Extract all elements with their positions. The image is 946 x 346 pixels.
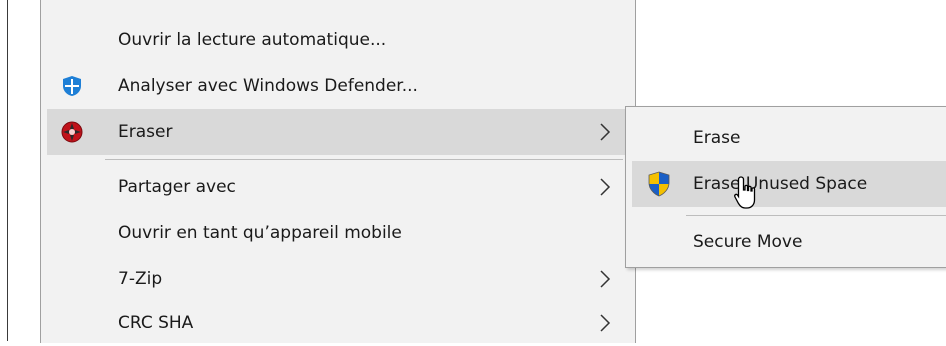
menu-item-7zip[interactable]: 7-Zip bbox=[47, 256, 629, 302]
menu-item-eraser[interactable]: Eraser bbox=[47, 109, 629, 155]
submenu-item-label: Secure Move bbox=[693, 232, 803, 252]
eraser-submenu: Erase Erase Unused Space Secure Move bbox=[625, 106, 946, 268]
menu-item-crc-sha[interactable]: CRC SHA bbox=[47, 300, 629, 346]
menu-item-share-with[interactable]: Partager avec bbox=[47, 164, 629, 210]
chevron-right-icon bbox=[600, 270, 611, 288]
submenu-item-erase-unused-space[interactable]: Erase Unused Space bbox=[632, 161, 946, 207]
submenu-item-label: Erase bbox=[693, 128, 741, 148]
submenu-item-erase[interactable]: Erase bbox=[632, 115, 946, 161]
chevron-right-icon bbox=[600, 123, 611, 141]
menu-item-open-as-mobile[interactable]: Ouvrir en tant qu’appareil mobile bbox=[47, 210, 629, 256]
submenu-item-secure-move[interactable]: Secure Move bbox=[632, 219, 946, 265]
menu-item-autoplay[interactable]: Ouvrir la lecture automatique... bbox=[47, 17, 629, 63]
menu-item-label: Eraser bbox=[118, 122, 173, 142]
context-menu: Ouvrir la lecture automatique... Analyse… bbox=[40, 0, 636, 343]
menu-separator bbox=[105, 159, 623, 160]
uac-shield-icon bbox=[647, 171, 671, 197]
menu-item-label: CRC SHA bbox=[118, 313, 194, 333]
chevron-right-icon bbox=[600, 314, 611, 332]
window-left-edge bbox=[7, 0, 8, 341]
submenu-item-label: Erase Unused Space bbox=[693, 174, 868, 194]
mouse-cursor-icon bbox=[734, 176, 756, 209]
menu-item-label: Ouvrir la lecture automatique... bbox=[118, 30, 387, 50]
menu-item-label: 7-Zip bbox=[118, 269, 163, 289]
chevron-right-icon bbox=[600, 178, 611, 196]
submenu-separator bbox=[686, 215, 946, 216]
menu-item-windows-defender[interactable]: Analyser avec Windows Defender... bbox=[47, 63, 629, 109]
menu-item-label: Ouvrir en tant qu’appareil mobile bbox=[118, 223, 402, 243]
menu-item-label: Partager avec bbox=[118, 177, 236, 197]
windows-defender-icon bbox=[61, 75, 83, 97]
menu-item-label: Analyser avec Windows Defender... bbox=[118, 76, 418, 96]
eraser-icon bbox=[61, 121, 83, 143]
